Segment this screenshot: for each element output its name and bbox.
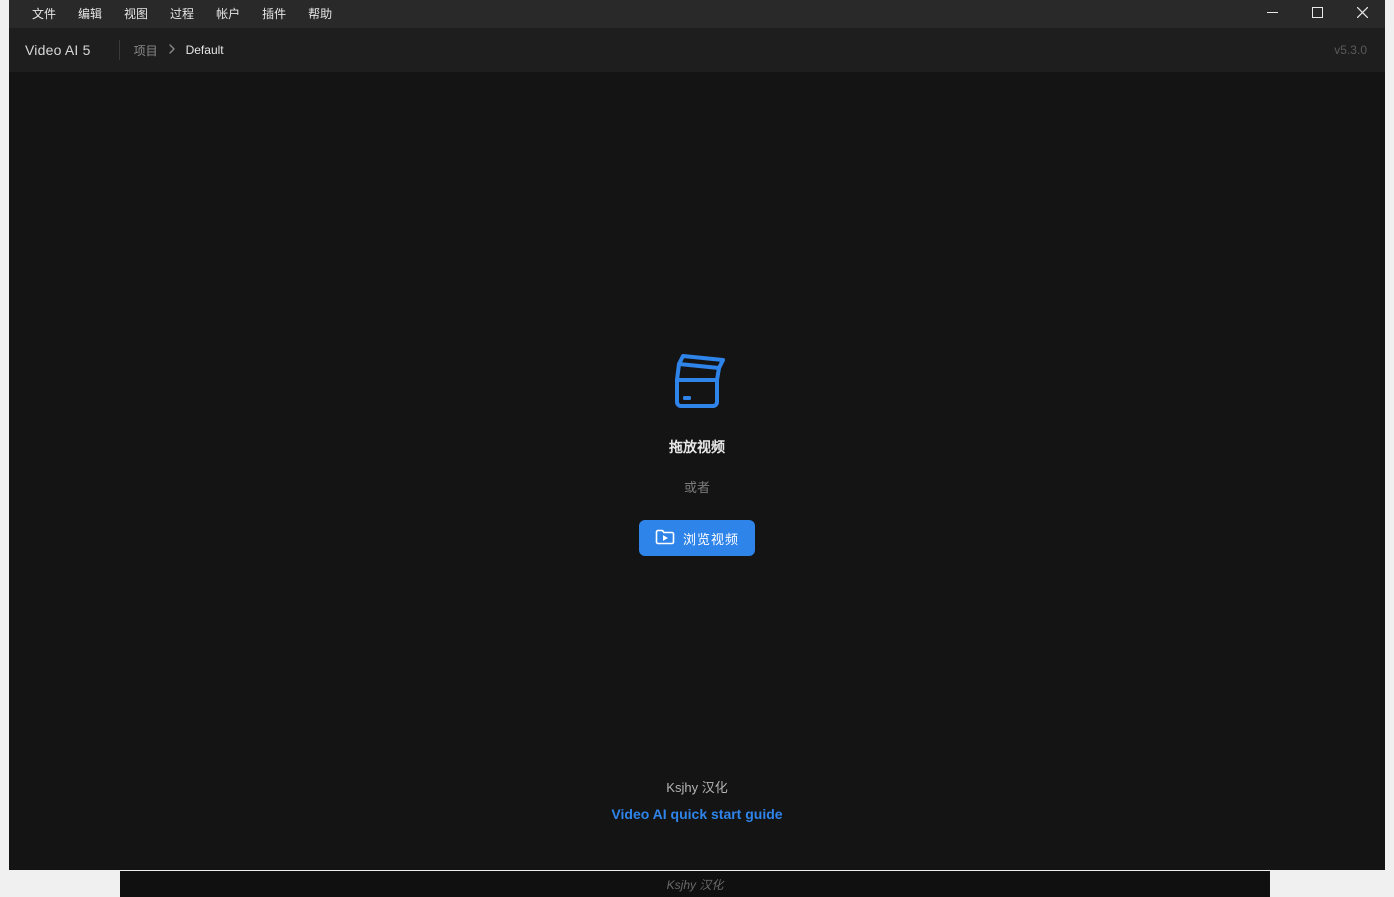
browse-videos-button[interactable]: 浏览视频 [639, 520, 755, 556]
breadcrumb: 项目 Default [134, 42, 224, 59]
maximize-icon [1312, 5, 1323, 23]
close-button[interactable] [1340, 0, 1385, 28]
menu-account[interactable]: 帐户 [205, 0, 251, 28]
drop-text: 拖放视频 [669, 437, 725, 457]
version-label: v5.3.0 [1334, 43, 1367, 57]
background-window-fragment: Ksjhy 汉化 [120, 871, 1270, 897]
chevron-right-icon [168, 43, 176, 57]
quick-start-guide-link[interactable]: Video AI quick start guide [611, 806, 782, 822]
app-title: Video AI 5 [9, 42, 119, 58]
menu-file[interactable]: 文件 [21, 0, 67, 28]
folder-play-icon [655, 529, 675, 548]
credit-text: Ksjhy 汉化 [666, 777, 727, 796]
menu-process[interactable]: 过程 [159, 0, 205, 28]
minimize-button[interactable] [1250, 0, 1295, 28]
window-controls [1250, 0, 1385, 28]
breadcrumb-root[interactable]: 项目 [134, 42, 158, 59]
minimize-icon [1267, 5, 1278, 23]
menu-view[interactable]: 视图 [113, 0, 159, 28]
maximize-button[interactable] [1295, 0, 1340, 28]
header-bar: Video AI 5 项目 Default v5.3.0 [9, 28, 1385, 72]
close-icon [1357, 5, 1368, 23]
main-area[interactable]: 拖放视频 或者 浏览视频 Ksjhy 汉化 Video AI quick sta… [9, 72, 1385, 870]
or-text: 或者 [684, 477, 710, 496]
footer-links: Ksjhy 汉化 Video AI quick start guide [9, 777, 1385, 822]
menu-edit[interactable]: 编辑 [67, 0, 113, 28]
divider [119, 40, 120, 60]
drop-zone[interactable]: 拖放视频 或者 浏览视频 [639, 350, 755, 556]
menu-help[interactable]: 帮助 [297, 0, 343, 28]
browse-button-label: 浏览视频 [683, 529, 739, 548]
app-window: 文件 编辑 视图 过程 帐户 插件 帮助 V [9, 0, 1385, 870]
breadcrumb-current[interactable]: Default [186, 43, 224, 57]
menu-plugins[interactable]: 插件 [251, 0, 297, 28]
background-credit-text: Ksjhy 汉化 [667, 876, 724, 893]
menubar: 文件 编辑 视图 过程 帐户 插件 帮助 [9, 0, 1385, 28]
clapperboard-icon [665, 350, 729, 419]
